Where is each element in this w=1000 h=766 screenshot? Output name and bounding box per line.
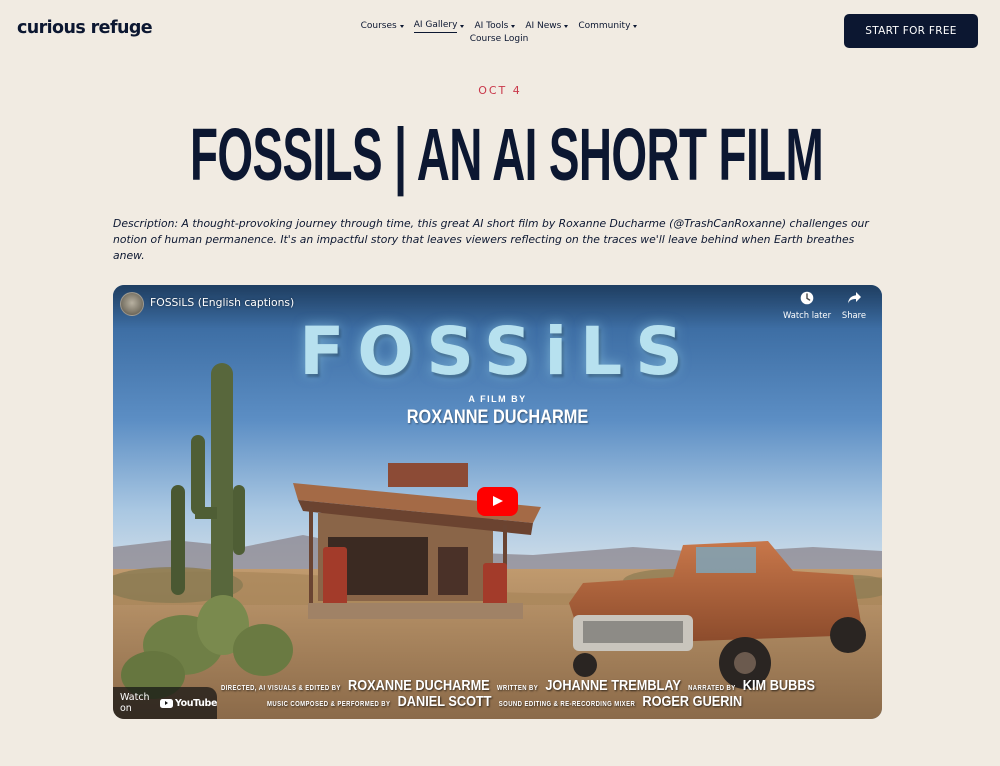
credit-role: MUSIC COMPOSED & PERFORMED BY bbox=[267, 701, 391, 708]
chevron-down-icon bbox=[511, 25, 516, 28]
nav-label: AI News bbox=[525, 20, 562, 31]
nav-label: Community bbox=[578, 20, 631, 31]
video-title[interactable]: FOSSiLS (English captions) bbox=[150, 296, 294, 309]
youtube-logo: YouTube bbox=[160, 698, 217, 709]
watch-on-label: Watch on bbox=[120, 692, 150, 714]
credit-name: DANIEL SCOTT bbox=[397, 693, 492, 710]
chevron-down-icon bbox=[460, 25, 465, 28]
nav-label: AI Tools bbox=[474, 20, 509, 31]
poster-title: FOSSiLS bbox=[299, 313, 696, 390]
nav-label: Courses bbox=[360, 20, 397, 31]
youtube-play-icon bbox=[160, 698, 174, 708]
start-for-free-button[interactable]: START FOR FREE bbox=[844, 14, 978, 48]
share-arrow-icon bbox=[847, 292, 861, 304]
nav-item-ai-news[interactable]: AI News bbox=[525, 19, 569, 33]
post-description: Description: A thought-provoking journey… bbox=[113, 217, 869, 263]
credit-name: ROXANNE DUCHARME bbox=[348, 677, 490, 694]
credit-role: NARRATED BY bbox=[688, 685, 736, 692]
nav-item-ai-gallery[interactable]: AI Gallery bbox=[413, 19, 465, 33]
chevron-down-icon bbox=[564, 25, 569, 28]
nav-item-course-login[interactable]: Course Login bbox=[368, 33, 630, 46]
poster-film-by: A FILM BY bbox=[468, 394, 527, 404]
nav-item-courses[interactable]: Courses bbox=[361, 19, 404, 33]
youtube-embed[interactable]: FOSSiLS (English captions) Watch later S… bbox=[113, 285, 882, 719]
nav-item-ai-tools[interactable]: AI Tools bbox=[474, 19, 516, 33]
post-date: OCT 4 bbox=[478, 84, 522, 97]
clock-icon bbox=[800, 291, 814, 305]
nav-item-community[interactable]: Community bbox=[578, 19, 638, 33]
site-logo[interactable]: curious refuge bbox=[17, 18, 153, 38]
chevron-down-icon bbox=[633, 25, 638, 28]
youtube-wordmark: YouTube bbox=[175, 697, 217, 709]
credit-role: DIRECTED, AI VISUALS & EDITED BY bbox=[221, 685, 341, 692]
page-title: FOSSILS | AN AI SHORT FILM bbox=[190, 113, 824, 196]
nav-label: AI Gallery bbox=[413, 19, 458, 33]
credit-role: SOUND EDITING & RE-RECORDING MIXER bbox=[498, 701, 636, 708]
credit-name: JOHANNE TREMBLAY bbox=[545, 677, 681, 694]
credit-name: KIM BUBBS bbox=[742, 677, 816, 694]
play-icon[interactable] bbox=[477, 487, 518, 516]
chevron-down-icon bbox=[399, 25, 404, 28]
main-nav: Courses AI Gallery AI Tools AI News Comm… bbox=[361, 19, 638, 46]
credit-name: ROGER GUERIN bbox=[642, 693, 743, 710]
poster-director: ROXANNE DUCHARME bbox=[406, 407, 589, 428]
credits-line: MUSIC COMPOSED & PERFORMED BY DANIEL SCO… bbox=[267, 693, 746, 711]
credit-role: WRITTEN BY bbox=[496, 685, 539, 692]
watch-on-youtube-button[interactable]: Watch on YouTube bbox=[113, 687, 217, 719]
